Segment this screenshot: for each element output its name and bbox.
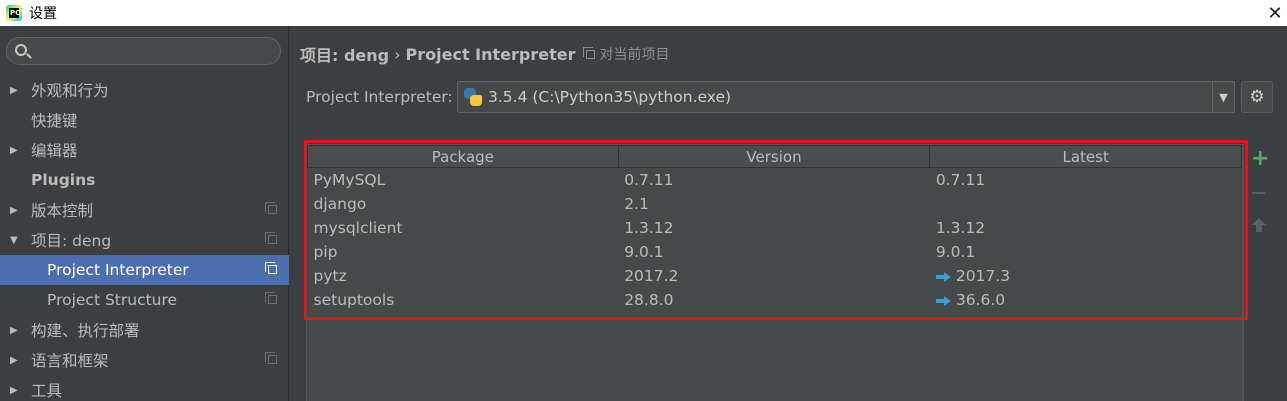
upgrade-arrow-icon (935, 271, 951, 282)
package-version: 9.0.1 (624, 242, 664, 261)
expand-arrow-icon[interactable]: ▶ (10, 325, 22, 336)
sidebar-item-label: 快捷键 (31, 112, 78, 130)
table-row[interactable]: django 2.1 (308, 192, 1242, 216)
breadcrumb: 项目: deng › Project Interpreter 对当前项目 (300, 42, 670, 66)
close-button[interactable]: ✕ (1263, 0, 1287, 26)
package-name: pytz (313, 266, 347, 285)
sidebar-item-keymap[interactable]: 快捷键 (0, 105, 289, 135)
expand-arrow-icon[interactable]: ▶ (10, 205, 22, 216)
package-version: 2.1 (624, 194, 649, 213)
sidebar-item-build[interactable]: ▶ 构建、执行部署 (0, 315, 289, 345)
package-latest-value: 9.0.1 (935, 242, 976, 261)
table-header-row: Package Version Latest (307, 145, 1242, 168)
pycharm-logo-icon: PC (6, 5, 22, 21)
package-latest: 9.0.1 (930, 240, 1242, 264)
column-header-latest[interactable]: Latest (929, 145, 1242, 168)
package-latest-value: 2017.3 (955, 266, 1011, 285)
upgrade-arrow-icon (935, 295, 951, 306)
sidebar-item-label: Project Interpreter (47, 261, 189, 279)
expand-arrow-icon[interactable]: ▶ (10, 145, 22, 156)
collapse-arrow-icon[interactable]: ▼ (10, 235, 22, 246)
packages-table: Package Version Latest PyMySQL 0.7.11 0.… (307, 145, 1242, 312)
table-row[interactable]: setuptools 28.8.0 36.6.0 (308, 288, 1242, 312)
interpreter-value: 3.5.4 (C:\Python35\python.exe) (488, 88, 732, 106)
gear-icon[interactable]: ⚙ (1241, 81, 1273, 113)
package-name: django (313, 194, 367, 213)
title-bar: PC 设置 ✕ (0, 0, 1287, 26)
breadcrumb-separator: › (394, 44, 401, 64)
interpreter-label: Project Interpreter: (306, 88, 453, 106)
package-latest (930, 192, 1242, 216)
package-version: 1.3.12 (624, 218, 674, 237)
table-row[interactable]: PyMySQL 0.7.11 0.7.11 (308, 168, 1242, 192)
sidebar-item-project-interpreter[interactable]: Project Interpreter (0, 255, 289, 285)
sidebar-item-label: 工具 (31, 382, 63, 400)
project-scope-icon (265, 202, 277, 214)
package-latest: 1.3.12 (930, 216, 1242, 240)
project-scope-icon (582, 46, 595, 59)
expand-arrow-icon[interactable]: ▶ (10, 85, 22, 96)
add-package-button[interactable]: + (1251, 148, 1269, 170)
breadcrumb-project: 项目: deng (300, 46, 390, 65)
sidebar-item-languages[interactable]: ▶ 语言和框架 (0, 345, 289, 375)
sidebar-item-label: 版本控制 (31, 202, 94, 220)
sidebar-item-label: 外观和行为 (31, 82, 109, 100)
settings-sidebar: ▶ 外观和行为 快捷键 ▶ 编辑器 Plugins ▶ 版本控制 ▼ 项目: d… (0, 26, 289, 401)
settings-content: 项目: deng › Project Interpreter 对当前项目 Pro… (290, 26, 1287, 401)
package-latest: 36.6.0 (930, 288, 1242, 312)
search-icon (15, 44, 27, 56)
sidebar-item-label: 构建、执行部署 (31, 322, 140, 340)
column-header-version[interactable]: Version (617, 145, 931, 168)
sidebar-item-label: 编辑器 (31, 142, 78, 160)
project-scope-icon (265, 232, 277, 244)
python-icon (464, 88, 482, 106)
sidebar-item-label: 语言和框架 (31, 352, 109, 370)
package-latest-value: 0.7.11 (935, 170, 986, 189)
expand-arrow-icon[interactable]: ▶ (10, 355, 22, 366)
package-version: 28.8.0 (624, 290, 674, 309)
packages-table-panel: Package Version Latest PyMySQL 0.7.11 0.… (306, 144, 1243, 401)
project-scope-icon (265, 262, 277, 274)
sidebar-item-version-control[interactable]: ▶ 版本控制 (0, 195, 289, 225)
package-name: PyMySQL (313, 170, 386, 189)
sidebar-item-tools[interactable]: ▶ 工具 (0, 375, 289, 401)
expand-arrow-icon[interactable]: ▶ (10, 385, 22, 396)
page-title: Project Interpreter (405, 44, 576, 64)
table-row[interactable]: pip 9.0.1 9.0.1 (308, 240, 1242, 264)
sidebar-item-appearance[interactable]: ▶ 外观和行为 (0, 75, 289, 105)
package-name: setuptools (313, 290, 395, 309)
table-row[interactable]: mysqlclient 1.3.12 1.3.12 (308, 216, 1242, 240)
package-latest: 0.7.11 (930, 168, 1242, 192)
sidebar-item-label: Project Structure (47, 291, 178, 309)
interpreter-select[interactable]: 3.5.4 (C:\Python35\python.exe) ▼ (457, 81, 1235, 113)
project-scope-icon (265, 352, 277, 364)
remove-package-button[interactable] (1252, 192, 1265, 194)
column-header-package[interactable]: Package (307, 145, 619, 168)
sidebar-item-project[interactable]: ▼ 项目: deng (0, 225, 289, 255)
sidebar-item-editor[interactable]: ▶ 编辑器 (0, 135, 289, 165)
chevron-down-icon[interactable]: ▼ (1212, 82, 1234, 112)
package-latest-value: 1.3.12 (935, 218, 986, 237)
sidebar-item-project-structure[interactable]: Project Structure (0, 285, 289, 315)
scope-note-text: 对当前项目 (599, 47, 670, 63)
scope-note: 对当前项目 (582, 44, 670, 64)
sidebar-item-label: 项目: deng (31, 232, 112, 250)
package-latest: 2017.3 (930, 264, 1242, 288)
search-input[interactable] (6, 37, 281, 65)
package-name: mysqlclient (313, 218, 403, 237)
package-version: 2017.2 (624, 266, 679, 285)
project-scope-icon (265, 292, 277, 304)
package-latest-value: 36.6.0 (955, 290, 1006, 309)
upgrade-package-button[interactable] (1252, 218, 1266, 234)
sidebar-item-label: Plugins (31, 171, 96, 189)
window-title: 设置 (29, 6, 57, 22)
sidebar-item-plugins[interactable]: Plugins (0, 165, 289, 195)
table-row[interactable]: pytz 2017.2 2017.3 (308, 264, 1242, 288)
package-name: pip (313, 242, 338, 261)
package-version: 0.7.11 (624, 170, 674, 189)
package-actions-toolbar: + (1243, 144, 1273, 401)
